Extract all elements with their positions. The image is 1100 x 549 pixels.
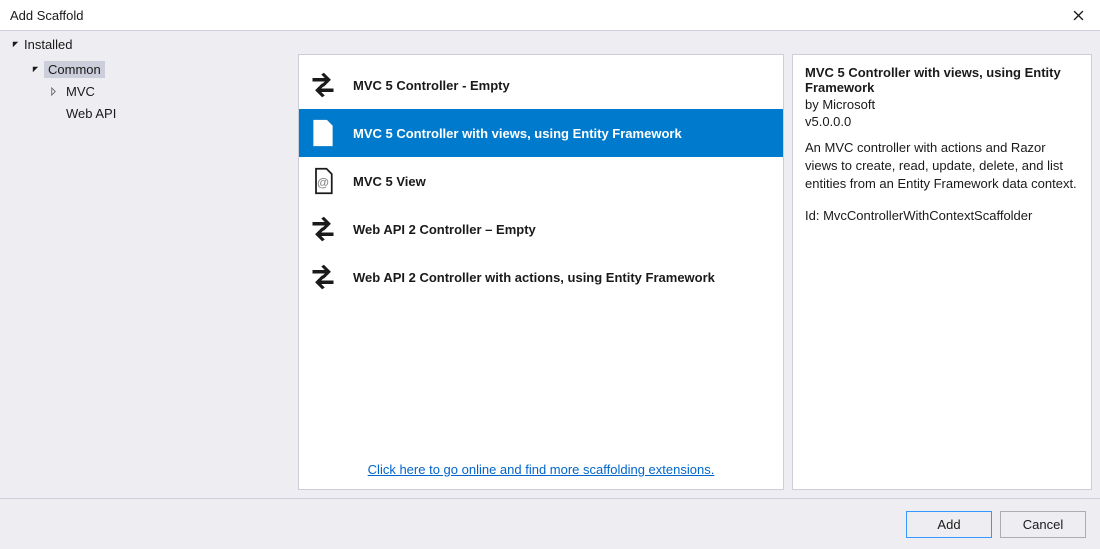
caret-right-icon [48,86,58,96]
scaffold-item-icon [309,263,337,291]
details-author: by Microsoft [805,97,1079,112]
scaffold-item-icon [309,215,337,243]
add-button-label: Add [937,517,960,532]
online-extensions-link[interactable]: Click here to go online and find more sc… [368,462,715,477]
scaffold-item-label: MVC 5 Controller - Empty [353,78,510,93]
scaffold-item-icon: @ [309,167,337,195]
details-id: Id: MvcControllerWithContextScaffolder [805,208,1079,223]
add-scaffold-dialog: Add Scaffold Installed Common [0,0,1100,549]
category-tree: Common MVC Web API [8,54,298,490]
window-title: Add Scaffold [10,8,83,23]
details-title: MVC 5 Controller with views, using Entit… [805,65,1079,95]
cancel-button-label: Cancel [1023,517,1063,532]
details-version: v5.0.0.0 [805,114,1079,129]
tree-item-common[interactable]: Common [28,58,292,80]
add-button[interactable]: Add [906,511,992,538]
tree-item-mvc[interactable]: MVC [46,80,292,102]
tree-children: MVC Web API [28,80,292,124]
scaffold-item-label: Web API 2 Controller with actions, using… [353,270,715,285]
tree-root[interactable]: Installed [0,31,1100,54]
scaffold-list: MVC 5 Controller - Empty MVC 5 Controlle… [299,55,783,454]
content-area: Installed Common MVC [0,31,1100,498]
scaffold-item[interactable]: @ MVC 5 View [299,157,783,205]
scaffold-item[interactable]: MVC 5 Controller with views, using Entit… [299,109,783,157]
scaffold-item-label: MVC 5 Controller with views, using Entit… [353,126,682,141]
close-button[interactable] [1056,0,1100,30]
caret-down-icon [10,40,20,50]
tree-item-label: Web API [66,106,116,121]
dialog-footer: Add Cancel [0,498,1100,549]
scaffold-item[interactable]: MVC 5 Controller - Empty [299,61,783,109]
scaffold-item-label: MVC 5 View [353,174,426,189]
scaffold-item[interactable]: Web API 2 Controller with actions, using… [299,253,783,301]
close-icon [1073,10,1084,21]
scaffold-item-icon [309,119,337,147]
svg-text:@: @ [317,175,329,189]
tree-item-label: Common [48,62,101,77]
titlebar: Add Scaffold [0,0,1100,31]
online-extensions-link-row: Click here to go online and find more sc… [299,454,783,489]
panels: Common MVC Web API [0,54,1100,498]
tree-item-webapi[interactable]: Web API [46,102,292,124]
scaffold-list-panel: MVC 5 Controller - Empty MVC 5 Controlle… [298,54,784,490]
cancel-button[interactable]: Cancel [1000,511,1086,538]
details-description: An MVC controller with actions and Razor… [805,139,1079,194]
tree-root-label: Installed [24,37,72,52]
tree-item-label: MVC [66,84,95,99]
scaffold-item-icon [309,71,337,99]
scaffold-item-label: Web API 2 Controller – Empty [353,222,536,237]
details-panel: MVC 5 Controller with views, using Entit… [792,54,1092,490]
caret-down-icon [30,64,40,74]
scaffold-item[interactable]: Web API 2 Controller – Empty [299,205,783,253]
